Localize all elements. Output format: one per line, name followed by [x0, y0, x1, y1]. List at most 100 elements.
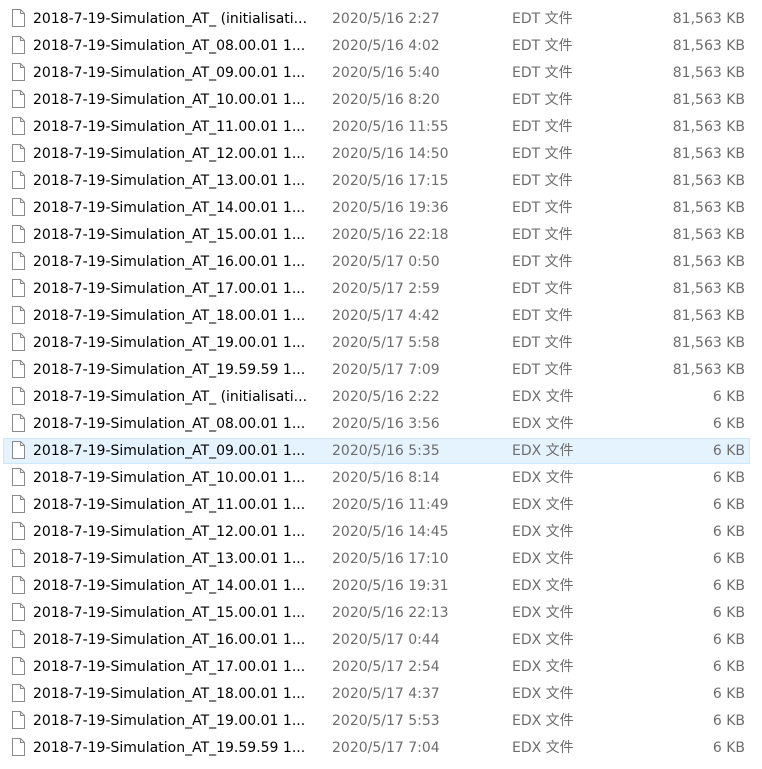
file-type: EDT 文件 [512, 308, 573, 324]
file-name: 2018-7-19-Simulation_AT_10.00.01 1... [33, 470, 306, 486]
file-type: EDX 文件 [512, 470, 574, 486]
file-name: 2018-7-19-Simulation_AT_09.00.01 1... [33, 65, 306, 81]
file-row[interactable]: 2018-7-19-Simulation_AT_19.59.59 1... 20… [0, 735, 762, 762]
file-row[interactable]: 2018-7-19-Simulation_AT_13.00.01 1... 20… [0, 168, 762, 195]
file-row[interactable]: 2018-7-19-Simulation_AT_17.00.01 1... 20… [0, 654, 762, 681]
generic-file-icon [12, 9, 25, 27]
file-date-modified: 2020/5/17 5:58 [332, 335, 440, 351]
generic-file-icon [12, 333, 25, 351]
file-row[interactable]: 2018-7-19-Simulation_AT_14.00.01 1... 20… [0, 195, 762, 222]
generic-file-icon [12, 576, 25, 594]
file-row[interactable]: 2018-7-19-Simulation_AT_10.00.01 1... 20… [0, 465, 762, 492]
file-size: 6 KB [712, 578, 745, 594]
generic-file-icon [12, 306, 25, 324]
file-type: EDX 文件 [512, 497, 574, 513]
file-row[interactable]: 2018-7-19-Simulation_AT_12.00.01 1... 20… [0, 141, 762, 168]
file-row[interactable]: 2018-7-19-Simulation_AT_19.00.01 1... 20… [0, 330, 762, 357]
file-name: 2018-7-19-Simulation_AT_13.00.01 1... [33, 551, 306, 567]
file-row[interactable]: 2018-7-19-Simulation_AT_16.00.01 1... 20… [0, 627, 762, 654]
file-date-modified: 2020/5/17 0:44 [332, 632, 440, 648]
file-date-modified: 2020/5/16 11:49 [332, 497, 449, 513]
file-name: 2018-7-19-Simulation_AT_09.00.01 1... [33, 443, 306, 459]
file-date-modified: 2020/5/16 11:55 [332, 119, 449, 135]
file-row[interactable]: 2018-7-19-Simulation_AT_ (initialisati..… [0, 384, 762, 411]
generic-file-icon [12, 387, 25, 405]
file-date-modified: 2020/5/16 22:13 [332, 605, 449, 621]
file-size: 6 KB [712, 713, 745, 729]
file-row[interactable]: 2018-7-19-Simulation_AT_08.00.01 1... 20… [0, 411, 762, 438]
file-date-modified: 2020/5/17 2:59 [332, 281, 440, 297]
generic-file-icon [12, 225, 25, 243]
file-size: 81,563 KB [672, 65, 745, 81]
file-type: EDX 文件 [512, 443, 574, 459]
file-size: 81,563 KB [672, 146, 745, 162]
file-size: 81,563 KB [672, 173, 745, 189]
file-name: 2018-7-19-Simulation_AT_13.00.01 1... [33, 173, 306, 189]
file-row[interactable]: 2018-7-19-Simulation_AT_09.00.01 1... 20… [0, 438, 762, 465]
file-name: 2018-7-19-Simulation_AT_15.00.01 1... [33, 227, 306, 243]
generic-file-icon [12, 144, 25, 162]
file-date-modified: 2020/5/16 14:45 [332, 524, 449, 540]
file-type: EDT 文件 [512, 65, 573, 81]
file-date-modified: 2020/5/17 2:54 [332, 659, 440, 675]
file-type: EDT 文件 [512, 11, 573, 27]
generic-file-icon [12, 549, 25, 567]
file-type: EDX 文件 [512, 659, 574, 675]
file-date-modified: 2020/5/17 0:50 [332, 254, 440, 270]
file-name: 2018-7-19-Simulation_AT_19.59.59 1... [33, 362, 306, 378]
file-date-modified: 2020/5/16 19:31 [332, 578, 449, 594]
file-row[interactable]: 2018-7-19-Simulation_AT_08.00.01 1... 20… [0, 33, 762, 60]
generic-file-icon [12, 684, 25, 702]
file-row[interactable]: 2018-7-19-Simulation_AT_11.00.01 1... 20… [0, 114, 762, 141]
generic-file-icon [12, 468, 25, 486]
generic-file-icon [12, 441, 25, 459]
file-row[interactable]: 2018-7-19-Simulation_AT_09.00.01 1... 20… [0, 60, 762, 87]
file-row[interactable]: 2018-7-19-Simulation_AT_12.00.01 1... 20… [0, 519, 762, 546]
generic-file-icon [12, 603, 25, 621]
file-row[interactable]: 2018-7-19-Simulation_AT_17.00.01 1... 20… [0, 276, 762, 303]
file-row[interactable]: 2018-7-19-Simulation_AT_10.00.01 1... 20… [0, 87, 762, 114]
file-type: EDT 文件 [512, 254, 573, 270]
file-row[interactable]: 2018-7-19-Simulation_AT_15.00.01 1... 20… [0, 222, 762, 249]
file-size: 81,563 KB [672, 11, 745, 27]
file-size: 81,563 KB [672, 362, 745, 378]
file-name: 2018-7-19-Simulation_AT_19.00.01 1... [33, 713, 306, 729]
file-size: 81,563 KB [672, 38, 745, 54]
file-name: 2018-7-19-Simulation_AT_ (initialisati..… [33, 389, 308, 405]
file-row[interactable]: 2018-7-19-Simulation_AT_14.00.01 1... 20… [0, 573, 762, 600]
file-row[interactable]: 2018-7-19-Simulation_AT_11.00.01 1... 20… [0, 492, 762, 519]
file-type: EDT 文件 [512, 38, 573, 54]
file-size: 81,563 KB [672, 308, 745, 324]
file-type: EDT 文件 [512, 335, 573, 351]
file-name: 2018-7-19-Simulation_AT_16.00.01 1... [33, 254, 306, 270]
file-row[interactable]: 2018-7-19-Simulation_AT_ (initialisati..… [0, 6, 762, 33]
file-row[interactable]: 2018-7-19-Simulation_AT_19.00.01 1... 20… [0, 708, 762, 735]
generic-file-icon [12, 414, 25, 432]
file-row[interactable]: 2018-7-19-Simulation_AT_18.00.01 1... 20… [0, 303, 762, 330]
file-row[interactable]: 2018-7-19-Simulation_AT_18.00.01 1... 20… [0, 681, 762, 708]
file-date-modified: 2020/5/16 8:14 [332, 470, 440, 486]
file-date-modified: 2020/5/17 4:37 [332, 686, 440, 702]
file-row[interactable]: 2018-7-19-Simulation_AT_15.00.01 1... 20… [0, 600, 762, 627]
file-type: EDX 文件 [512, 686, 574, 702]
generic-file-icon [12, 198, 25, 216]
file-row[interactable]: 2018-7-19-Simulation_AT_19.59.59 1... 20… [0, 357, 762, 384]
file-size: 81,563 KB [672, 92, 745, 108]
generic-file-icon [12, 63, 25, 81]
file-size: 6 KB [712, 551, 745, 567]
generic-file-icon [12, 279, 25, 297]
file-size: 81,563 KB [672, 227, 745, 243]
file-name: 2018-7-19-Simulation_AT_18.00.01 1... [33, 686, 306, 702]
file-size: 6 KB [712, 443, 745, 459]
file-date-modified: 2020/5/16 4:02 [332, 38, 440, 54]
file-row[interactable]: 2018-7-19-Simulation_AT_16.00.01 1... 20… [0, 249, 762, 276]
file-size: 81,563 KB [672, 335, 745, 351]
file-date-modified: 2020/5/17 5:53 [332, 713, 440, 729]
file-date-modified: 2020/5/16 3:56 [332, 416, 440, 432]
file-list: 2018-7-19-Simulation_AT_ (initialisati..… [0, 6, 762, 762]
file-size: 81,563 KB [672, 200, 745, 216]
file-name: 2018-7-19-Simulation_AT_17.00.01 1... [33, 281, 306, 297]
file-date-modified: 2020/5/16 19:36 [332, 200, 449, 216]
file-row[interactable]: 2018-7-19-Simulation_AT_13.00.01 1... 20… [0, 546, 762, 573]
generic-file-icon [12, 630, 25, 648]
